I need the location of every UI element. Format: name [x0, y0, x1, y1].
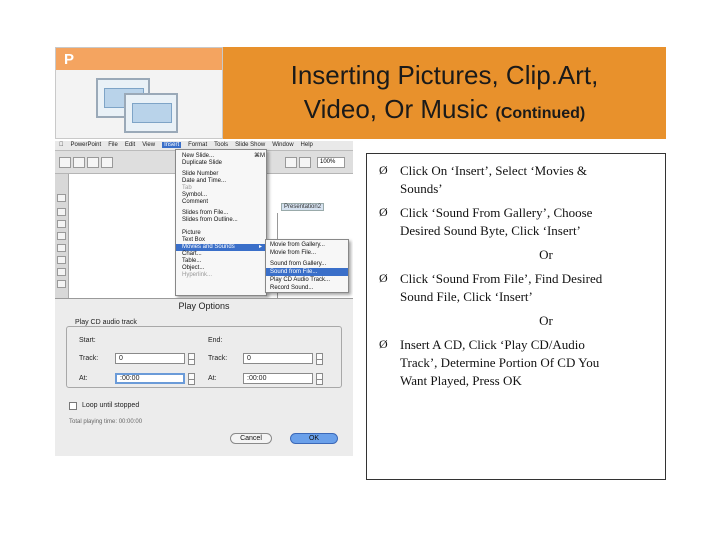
- submenu-sound-gallery[interactable]: Sound from Gallery...: [270, 260, 326, 268]
- start-track-input[interactable]: 0: [115, 353, 185, 364]
- menu-item-picture[interactable]: Picture: [182, 230, 201, 237]
- bullet-1-line2: Sounds’: [400, 181, 443, 196]
- menu-item-slides-file[interactable]: Slides from File...: [182, 210, 228, 217]
- end-label: End:: [208, 337, 223, 344]
- bullet-2-line2: Desired Sound Byte, Click ‘Insert’: [400, 223, 581, 238]
- bullet-3-line1: Click ‘Sound From File’, Find Desired: [400, 271, 603, 286]
- total-time-label: Total playing time:: [69, 419, 118, 425]
- menu-item-table[interactable]: Table...: [182, 258, 201, 265]
- submenu-record-sound[interactable]: Record Sound...: [270, 284, 313, 292]
- start-track-stepper[interactable]: [188, 353, 195, 365]
- submenu-arrow-icon: ▸: [259, 244, 263, 250]
- menu-edit[interactable]: Edit: [125, 142, 135, 148]
- cd-track-group-label: Play CD audio track: [73, 319, 139, 326]
- end-track-label: Track:: [208, 355, 228, 362]
- end-track-input[interactable]: 0: [243, 353, 313, 364]
- zoom-field[interactable]: 100%: [317, 157, 345, 168]
- instructions-textbox: Ø Click On ‘Insert’, Select ‘Movies & So…: [366, 153, 666, 480]
- start-at-label: At:: [79, 375, 88, 382]
- rect-tool-icon[interactable]: [57, 268, 66, 276]
- menu-slide-show[interactable]: Slide Show: [235, 142, 265, 148]
- start-track-label: Track:: [79, 355, 99, 362]
- page-title-suffix: (Continued): [495, 105, 586, 122]
- movies-sounds-submenu: Movie from Gallery... Movie from File...…: [265, 239, 349, 293]
- menu-help[interactable]: Help: [301, 142, 313, 148]
- menu-file[interactable]: File: [108, 142, 118, 148]
- total-time-value: 00:00:00: [118, 419, 143, 425]
- menu-powerpoint[interactable]: PowerPoint: [71, 142, 102, 148]
- apple-icon[interactable]: : [59, 142, 64, 148]
- submenu-play-cd[interactable]: Play CD Audio Track...: [270, 276, 330, 284]
- drawing-toolbar: [55, 174, 69, 299]
- bullet-3-line2: Sound File, Click ‘Insert’: [400, 289, 533, 304]
- menu-item-symbol[interactable]: Symbol...: [182, 192, 207, 199]
- end-track-stepper[interactable]: [316, 353, 323, 365]
- page-title-main: Video, Or Music: [303, 94, 489, 124]
- menu-item-chart[interactable]: Chart...: [182, 251, 202, 258]
- toolbar-button[interactable]: [59, 157, 71, 168]
- menu-item-new-slide[interactable]: New Slide...: [182, 153, 214, 160]
- menu-shortcut: ⌘M: [254, 153, 265, 159]
- screenshot-collage:  PowerPoint File Edit View Insert Format Tools…: [55, 141, 353, 456]
- menu-item-date-time[interactable]: Date and Time...: [182, 178, 226, 185]
- submenu-movie-gallery[interactable]: Movie from Gallery...: [270, 241, 325, 249]
- toolbar-button[interactable]: [285, 157, 297, 168]
- bullet-1-line1: Click On ‘Insert’, Select ‘Movies &: [400, 163, 588, 178]
- menu-item-slides-outline[interactable]: Slides from Outline...: [182, 217, 238, 224]
- title-banner: Inserting Pictures, Clip.Art, Video, Or …: [223, 47, 666, 139]
- menu-item-text-box[interactable]: Text Box: [182, 237, 205, 244]
- toolbar-button[interactable]: [299, 157, 311, 168]
- menu-insert[interactable]: Insert: [162, 142, 182, 148]
- menu-tools[interactable]: Tools: [214, 142, 228, 148]
- menu-item-hyperlink: Hyperlink...: [182, 272, 213, 278]
- oval-tool-icon[interactable]: [57, 280, 66, 288]
- arrow-tool-icon[interactable]: [57, 244, 66, 252]
- start-at-input[interactable]: :00:00: [115, 373, 185, 384]
- page-title-line2: Video, Or Music (Continued): [223, 94, 666, 125]
- text-tool-icon[interactable]: [57, 208, 66, 216]
- play-options-dialog: Play Options Play CD audio track Start: …: [55, 298, 353, 456]
- bullet-2-line1: Click ‘Sound From Gallery’, Choose: [400, 205, 593, 220]
- submenu-movie-file[interactable]: Movie from File...: [270, 249, 316, 257]
- end-at-input[interactable]: :00:00: [243, 373, 313, 384]
- window-title: Presentation2: [281, 203, 325, 211]
- total-time-readout: Total playing time: 00:00:00: [69, 419, 142, 425]
- toolbar-button[interactable]: [73, 157, 85, 168]
- toolbar-button[interactable]: [101, 157, 113, 168]
- menu-item-movies-sounds[interactable]: Movies and Sounds: [176, 244, 266, 251]
- cancel-button[interactable]: Cancel: [230, 433, 272, 444]
- shape-tool-icon[interactable]: [57, 220, 66, 228]
- loop-checkbox[interactable]: [69, 402, 77, 410]
- menu-item-slide-number[interactable]: Slide Number: [182, 171, 218, 178]
- bullet-4-line3: Want Played, Press OK: [400, 373, 522, 388]
- start-at-stepper[interactable]: [188, 373, 195, 385]
- start-label: Start:: [79, 337, 96, 344]
- menu-item-tab: Tab: [182, 185, 192, 191]
- menu-view[interactable]: View: [142, 142, 155, 148]
- ok-button[interactable]: OK: [290, 433, 338, 444]
- end-at-label: At:: [208, 375, 217, 382]
- line-tool-icon[interactable]: [57, 232, 66, 240]
- dialog-title: Play Options: [178, 301, 230, 311]
- toolbar-button[interactable]: [87, 157, 99, 168]
- logo-letter: P: [64, 51, 75, 68]
- window-icon-front: [124, 93, 178, 133]
- logo-panel: P: [55, 47, 223, 139]
- insert-menu: New Slide... ⌘M Duplicate Slide Slide Nu…: [175, 149, 267, 296]
- bullet-4-line2: Track’, Determine Portion Of CD You: [400, 355, 600, 370]
- select-tool-icon[interactable]: [57, 194, 66, 202]
- end-at-stepper[interactable]: [316, 373, 323, 385]
- menu-window[interactable]: Window: [272, 142, 293, 148]
- bullet-4-line1: Insert A CD, Click ‘Play CD/Audio: [400, 337, 585, 352]
- or-separator-2: Or: [539, 313, 553, 328]
- menu-item-comment[interactable]: Comment: [182, 199, 208, 206]
- page-title-line1: Inserting Pictures, Clip.Art,: [290, 60, 599, 90]
- menu-format[interactable]: Format: [188, 142, 207, 148]
- image-tool-icon[interactable]: [57, 256, 66, 264]
- or-separator-1: Or: [539, 247, 553, 262]
- menu-item-duplicate-slide[interactable]: Duplicate Slide: [182, 160, 222, 167]
- loop-label: Loop until stopped: [82, 402, 140, 409]
- menu-item-object[interactable]: Object...: [182, 265, 204, 272]
- submenu-sound-file[interactable]: Sound from File...: [266, 268, 348, 276]
